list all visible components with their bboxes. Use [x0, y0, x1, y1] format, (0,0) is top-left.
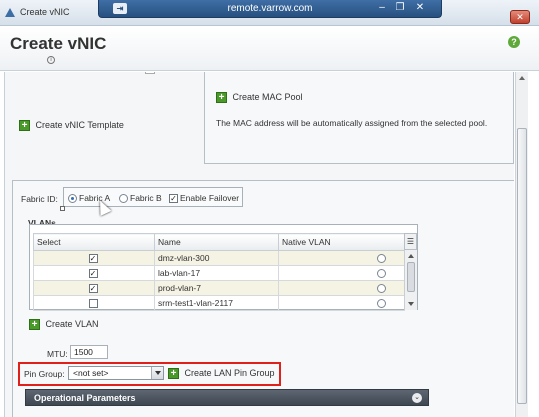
fabric-id-label: Fabric ID: [21, 194, 58, 204]
vlan-name-cell: dmz-vlan-300 [154, 250, 279, 266]
native-vlan-cell [278, 295, 405, 311]
partial-control [145, 72, 155, 74]
checkbox-unchecked-icon[interactable] [88, 299, 98, 309]
chevron-down-icon[interactable]: ⌄ [412, 393, 422, 403]
mtu-label: MTU: [47, 349, 68, 359]
restore-icon[interactable]: ❐ [393, 2, 407, 14]
select-cell: ✓ [33, 280, 155, 296]
pin-group-value: <not set> [73, 368, 109, 378]
vlan-name-cell: prod-vlan-7 [154, 280, 279, 296]
create-vlan-link[interactable]: + Create VLAN [29, 319, 99, 331]
select-cell: ✓ [33, 265, 155, 281]
native-vlan-radio[interactable] [377, 284, 386, 294]
window-titlebar: Create vNIC ⇥ remote.varrow.com – ❐ ✕ ✕ [0, 0, 539, 26]
pin-group-label: Pin Group: [24, 369, 65, 379]
checkbox-checked-icon[interactable]: ✓ [88, 269, 98, 279]
mtu-input[interactable]: 1500 [70, 345, 108, 359]
table-row[interactable]: srm-test1-vlan-2117 [33, 295, 405, 311]
create-mac-pool-label: Create MAC Pool [232, 92, 303, 102]
minimize-icon[interactable]: – [375, 2, 389, 14]
pin-group-select[interactable]: <not set> [68, 366, 164, 380]
mac-pool-panel: + Create MAC Pool The MAC address will b… [204, 72, 514, 164]
fabric-options: Fabric A Fabric B ✓ Enable Failover [63, 187, 243, 207]
checkbox-checked-icon[interactable]: ✓ [88, 254, 98, 264]
vlan-name-cell: lab-vlan-17 [154, 265, 279, 281]
plus-icon: + [168, 368, 179, 380]
native-vlan-radio[interactable] [377, 269, 386, 279]
create-vlan-label: Create VLAN [45, 319, 99, 329]
table-row[interactable]: ✓ lab-vlan-17 [33, 265, 405, 281]
table-scrollbar[interactable] [404, 250, 417, 310]
scroll-thumb[interactable] [517, 128, 527, 404]
vlan-name-cell: srm-test1-vlan-2117 [154, 295, 279, 311]
fabric-b-option[interactable]: Fabric B [119, 193, 162, 204]
page-title: Create vNIC [10, 34, 107, 53]
table-row[interactable]: ✓ dmz-vlan-300 [33, 250, 405, 266]
plus-icon: + [29, 319, 40, 331]
column-header-native-vlan[interactable]: Native VLAN [278, 233, 405, 251]
content-scrollbar[interactable] [515, 72, 528, 417]
create-mac-pool-link[interactable]: + Create MAC Pool [216, 92, 303, 104]
help-icon[interactable]: ? [508, 36, 520, 48]
operational-parameters-title: Operational Parameters [34, 393, 136, 403]
create-lan-pin-group-label: Create LAN Pin Group [184, 368, 275, 378]
column-chooser-icon[interactable]: ☰ [404, 233, 417, 250]
dialog-header: Create vNIC i ? [0, 27, 539, 71]
radio-unselected-icon [119, 194, 128, 204]
window-close-button[interactable]: ✕ [510, 10, 530, 24]
mac-assignment-note: The MAC address will be automatically as… [216, 118, 488, 128]
checkmark-icon: ✓ [169, 194, 178, 204]
info-icon: i [47, 56, 55, 64]
plus-icon: + [19, 120, 30, 132]
plus-icon: + [216, 92, 227, 104]
native-vlan-radio[interactable] [377, 299, 386, 309]
small-marker [60, 206, 65, 211]
column-header-select[interactable]: Select [33, 233, 155, 251]
scroll-up-icon[interactable] [408, 254, 414, 258]
remote-session-bar: ⇥ remote.varrow.com – ❐ ✕ [98, 0, 442, 18]
window-title: Create vNIC [20, 7, 70, 17]
enable-failover-label: Enable Failover [180, 193, 240, 203]
operational-parameters-header[interactable]: Operational Parameters ⌄ [25, 389, 429, 406]
create-lan-pin-group-link[interactable]: + Create LAN Pin Group [168, 368, 275, 380]
native-vlan-cell [278, 250, 405, 266]
create-vnic-template-link[interactable]: + Create vNIC Template [19, 120, 124, 132]
native-vlan-cell [278, 280, 405, 296]
native-vlan-cell [278, 265, 405, 281]
select-cell [33, 295, 155, 311]
select-cell: ✓ [33, 250, 155, 266]
close-icon[interactable]: ✕ [413, 2, 427, 14]
table-row[interactable]: ✓ prod-vlan-7 [33, 280, 405, 296]
vlans-table-container: Select Name Native VLAN ✓ dmz-vlan-300 ✓ la… [29, 224, 418, 311]
remote-host-label: remote.varrow.com [227, 3, 313, 14]
scroll-thumb[interactable] [407, 262, 415, 292]
app-triangle-icon [5, 8, 15, 17]
chevron-down-icon[interactable] [151, 367, 163, 379]
dialog-content: + Create vNIC Template + Create MAC Pool… [4, 72, 514, 417]
enable-failover-checkbox[interactable]: ✓ Enable Failover [169, 193, 240, 204]
scroll-down-icon[interactable] [408, 302, 414, 306]
scroll-up-icon[interactable] [519, 76, 525, 80]
column-header-name[interactable]: Name [154, 233, 279, 251]
native-vlan-radio[interactable] [377, 254, 386, 264]
create-vnic-template-label: Create vNIC Template [35, 120, 124, 130]
vlans-table: Select Name Native VLAN ✓ dmz-vlan-300 ✓ la… [33, 233, 405, 311]
fabric-b-label: Fabric B [130, 193, 162, 203]
checkbox-checked-icon[interactable]: ✓ [88, 284, 98, 294]
radio-selected-icon [68, 194, 77, 204]
